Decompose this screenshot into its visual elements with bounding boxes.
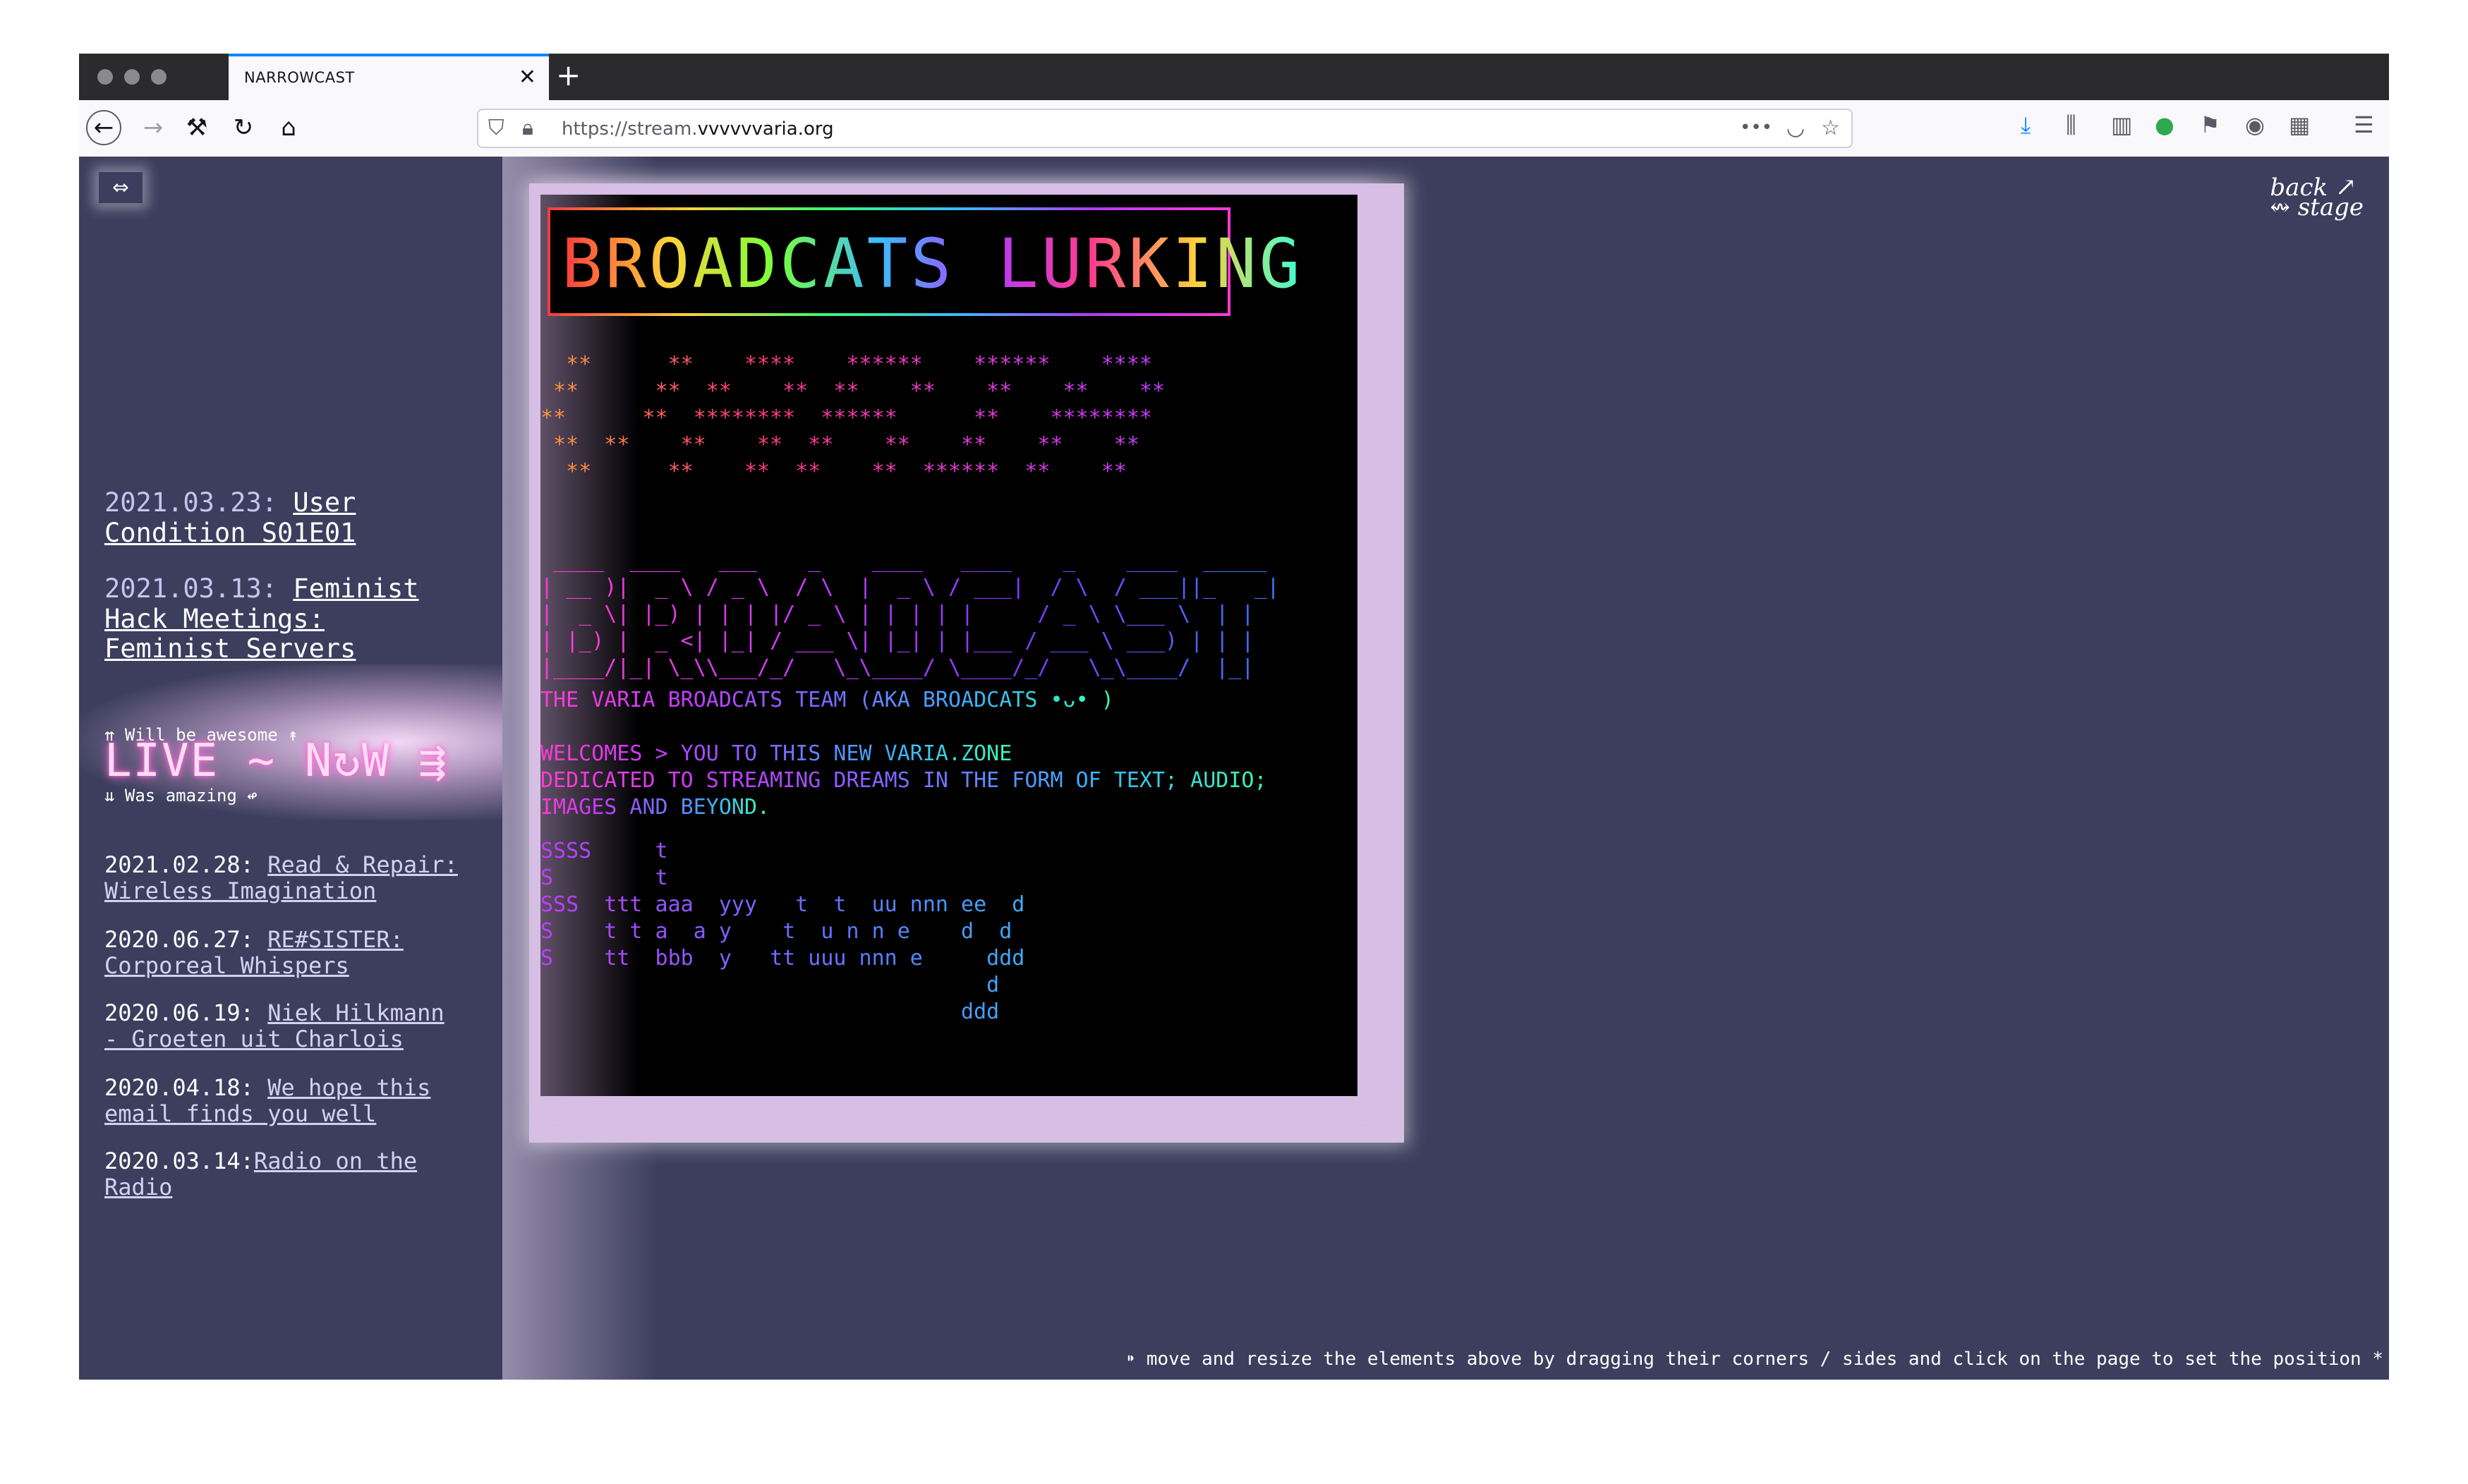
minimize-window-dot[interactable] xyxy=(124,69,140,85)
window-controls xyxy=(97,69,167,85)
past-item: 2020.04.18: We hope this email finds you… xyxy=(104,1075,471,1127)
stay-tuned-ascii-art: SSSS t S t SSS ttt aaa yyy t t uu nnn ee… xyxy=(540,839,1025,1024)
page-content: ⇔ 2021.03.23: User Condition S01E01 2021… xyxy=(79,157,2389,1380)
close-window-dot[interactable] xyxy=(97,69,113,85)
extension-bird-icon[interactable]: ⚑ xyxy=(2200,111,2220,138)
stream-line-4: IMAGES AND BEYOND. xyxy=(540,795,770,820)
maximize-window-dot[interactable] xyxy=(151,69,167,85)
page-actions-menu-icon[interactable]: ••• xyxy=(1740,117,1772,138)
back-button[interactable]: ← xyxy=(86,110,121,145)
event-date: 2020.06.27: xyxy=(104,926,268,953)
past-item: 2020.03.14:Radio on the Radio xyxy=(104,1148,471,1200)
tab-title: NARROWCAST xyxy=(244,69,355,86)
bookmark-star-icon[interactable]: ☆ xyxy=(1821,116,1840,140)
reload-button[interactable]: ↻ xyxy=(226,110,261,145)
event-date: 2021.02.28: xyxy=(104,851,268,878)
hamburger-menu-icon[interactable]: ☰ xyxy=(2354,111,2374,138)
library-icon[interactable]: ⫼ xyxy=(2066,111,2076,139)
shield-icon[interactable]: ⛉ xyxy=(488,116,504,140)
url-prefix: https://stream. xyxy=(562,118,698,140)
stream-line-1: THE VARIA BROADCATS TEAM (AKA BROADCATS … xyxy=(540,688,1114,712)
live-now-indicator[interactable]: LIVE ~ N↻W ⇶ xyxy=(104,735,447,787)
stars-ascii-art: ** ** **** ****** ****** **** ** ** ** *… xyxy=(540,352,1166,484)
backstage-link[interactable]: back ↗ ↭ stage xyxy=(2270,175,2364,221)
past-hint[interactable]: ⇊ Was amazing ↫ xyxy=(104,786,258,805)
sidebar: ⇔ 2021.03.23: User Condition S01E01 2021… xyxy=(79,157,502,1380)
event-date: 2021.03.13: xyxy=(104,573,294,604)
stream-line-3: DEDICATED TO STREAMING DREAMS IN THE FOR… xyxy=(540,768,1267,793)
upcoming-item: 2021.03.23: User Condition S01E01 xyxy=(104,487,471,548)
past-item: 2021.02.28: Read & Repair: Wireless Imag… xyxy=(104,852,471,904)
instructions-note: ⁍ move and resize the elements above by … xyxy=(1126,1349,2383,1370)
pocket-icon[interactable]: ◡ xyxy=(1786,116,1805,140)
url-domain: vvvvvvaria.org xyxy=(697,118,834,140)
navigation-bar: ← → ⚒ ↻ ⌂ ⛉ 🔒︎ https://stream.vvvvvvaria… xyxy=(79,100,2389,157)
new-tab-button[interactable]: + xyxy=(556,58,581,92)
sidebar-toggle-button[interactable]: ⇔ xyxy=(99,172,143,203)
browser-window: NARROWCAST ✕ + ← → ⚒ ↻ ⌂ ⛉ 🔒︎ https://st… xyxy=(79,54,2389,1380)
close-tab-icon[interactable]: ✕ xyxy=(519,65,536,90)
broadcast-ascii-art: ____ ____ ___ _ ____ ____ _ ____ _____ |… xyxy=(540,548,1280,680)
downloads-icon[interactable]: ⤓ xyxy=(2021,111,2031,139)
backstage-word-stage: ↭ stage xyxy=(2270,193,2364,221)
stream-window[interactable]: BROADCATS LURKING ** ** **** ****** ****… xyxy=(529,183,1404,1143)
lock-icon[interactable]: 🔒︎ xyxy=(522,116,533,140)
event-date: 2020.06.19: xyxy=(104,999,268,1026)
url-text[interactable]: https://stream.vvvvvvaria.org xyxy=(562,118,834,140)
tab-narrowcast[interactable]: NARROWCAST ✕ xyxy=(229,54,549,100)
stream-title-box: BROADCATS LURKING xyxy=(548,207,1300,316)
past-item: 2020.06.27: RE#SISTER: Corporeal Whisper… xyxy=(104,927,471,979)
url-bar[interactable]: ⛉ 🔒︎ https://stream.vvvvvvaria.org ••• ◡… xyxy=(477,109,1853,148)
past-item: 2020.06.19: Niek Hilkmann - Groeten uit … xyxy=(104,1000,471,1052)
event-date: 2020.04.18: xyxy=(104,1074,268,1101)
forward-button[interactable]: → xyxy=(135,110,171,145)
stream-terminal: BROADCATS LURKING ** ** **** ****** ****… xyxy=(540,195,1357,1096)
event-date: 2020.03.14: xyxy=(104,1148,254,1174)
stream-line-2: WELCOMES > YOU TO THIS NEW VARIA.ZONE xyxy=(540,741,1012,766)
upcoming-item: 2021.03.13: Feminist Hack Meetings: Femi… xyxy=(104,573,457,664)
home-button[interactable]: ⌂ xyxy=(271,110,306,145)
sidebar-icon[interactable]: ▥ xyxy=(2111,111,2132,138)
extension-green-icon[interactable]: ● xyxy=(2155,111,2174,138)
extension-grid-icon[interactable]: ▦ xyxy=(2289,111,2310,138)
account-icon[interactable]: ◉ xyxy=(2245,111,2265,138)
tab-bar: NARROWCAST ✕ + xyxy=(79,54,2389,100)
customize-wrench-icon[interactable]: ⚒ xyxy=(179,110,214,145)
stream-title: BROADCATS LURKING xyxy=(562,224,1303,303)
event-date: 2021.03.23: xyxy=(104,487,294,518)
